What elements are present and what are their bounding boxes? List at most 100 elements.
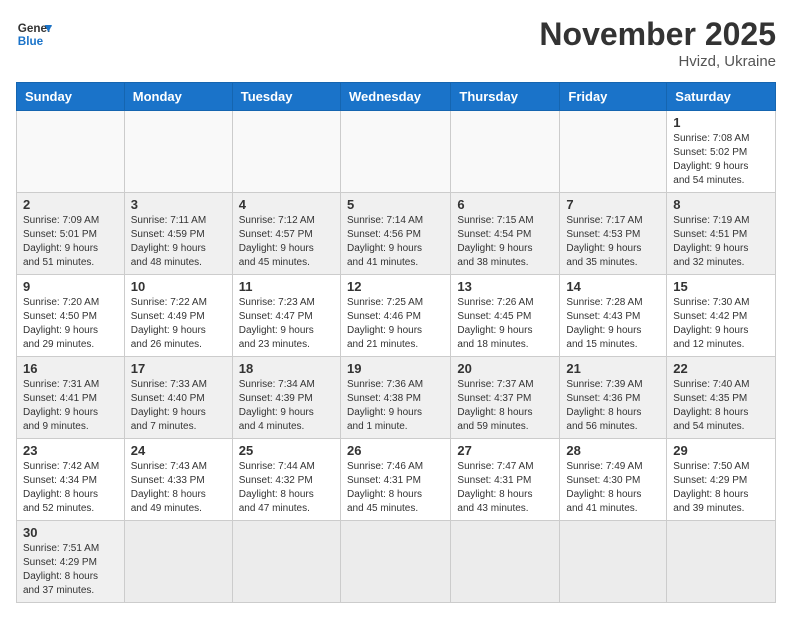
calendar-day-cell (340, 111, 450, 193)
day-info: Sunrise: 7:39 AM Sunset: 4:36 PM Dayligh… (566, 378, 660, 434)
calendar-day-cell: 19Sunrise: 7:36 AM Sunset: 4:38 PM Dayli… (340, 357, 450, 439)
weekday-header-saturday: Saturday (667, 83, 776, 111)
calendar-day-cell: 1 Sunrise: 7:08 AM Sunset: 5:02 PM Daylig… (667, 111, 776, 193)
day-number: 26 (347, 443, 444, 458)
logo: General Blue (16, 16, 52, 52)
day-number: 13 (457, 279, 553, 294)
day-number: 27 (457, 443, 553, 458)
day-info: Sunrise: 7:15 AM Sunset: 4:54 PM Dayligh… (457, 214, 553, 270)
day-number: 24 (131, 443, 226, 458)
calendar-day-cell: 23 Sunrise: 7:42 AM Sunset: 4:34 PM Dayli… (17, 439, 125, 521)
day-number: 18 (239, 361, 334, 376)
day-info: Sunrise: 7:37 AM Sunset: 4:37 PM Dayligh… (457, 378, 553, 434)
calendar-day-cell: 18Sunrise: 7:34 AM Sunset: 4:39 PM Dayli… (232, 357, 340, 439)
day-info: Sunrise: 7:42 AM Sunset: 4:34 PM Dayligh… (23, 460, 118, 516)
title-area: November 2025 Hvizd, Ukraine (539, 16, 776, 70)
day-info: Sunrise: 7:31 AM Sunset: 4:41 PM Dayligh… (23, 378, 118, 434)
calendar-week-row: 9Sunrise: 7:20 AM Sunset: 4:50 PM Daylig… (17, 275, 776, 357)
weekday-header-friday: Friday (560, 83, 667, 111)
calendar-table: SundayMondayTuesdayWednesdayThursdayFrid… (16, 82, 776, 603)
day-number: 20 (457, 361, 553, 376)
day-number: 6 (457, 197, 553, 212)
weekday-header-wednesday: Wednesday (340, 83, 450, 111)
day-info: Sunrise: 7:19 AM Sunset: 4:51 PM Dayligh… (673, 214, 769, 270)
weekday-header-thursday: Thursday (451, 83, 560, 111)
calendar-day-cell: 29Sunrise: 7:50 AM Sunset: 4:29 PM Dayli… (667, 439, 776, 521)
day-number: 25 (239, 443, 334, 458)
day-info: Sunrise: 7:47 AM Sunset: 4:31 PM Dayligh… (457, 460, 553, 516)
day-info: Sunrise: 7:08 AM Sunset: 5:02 PM Dayligh… (673, 132, 769, 188)
calendar-day-cell: 20 Sunrise: 7:37 AM Sunset: 4:37 PM Dayli… (451, 357, 560, 439)
day-number: 22 (673, 361, 769, 376)
calendar-day-cell: 9Sunrise: 7:20 AM Sunset: 4:50 PM Daylig… (17, 275, 125, 357)
calendar-day-cell: 6 Sunrise: 7:15 AM Sunset: 4:54 PM Daylig… (451, 193, 560, 275)
day-info: Sunrise: 7:28 AM Sunset: 4:43 PM Dayligh… (566, 296, 660, 352)
day-number: 23 (23, 443, 118, 458)
weekday-header-monday: Monday (124, 83, 232, 111)
calendar-day-cell: 5Sunrise: 7:14 AM Sunset: 4:56 PM Daylig… (340, 193, 450, 275)
calendar-day-cell: 27 Sunrise: 7:47 AM Sunset: 4:31 PM Dayli… (451, 439, 560, 521)
day-number: 28 (566, 443, 660, 458)
calendar-day-cell: 4 Sunrise: 7:12 AM Sunset: 4:57 PM Daylig… (232, 193, 340, 275)
calendar-week-row: 23 Sunrise: 7:42 AM Sunset: 4:34 PM Dayli… (17, 439, 776, 521)
day-info: Sunrise: 7:17 AM Sunset: 4:53 PM Dayligh… (566, 214, 660, 270)
calendar-day-cell (340, 521, 450, 603)
calendar-day-cell: 25 Sunrise: 7:44 AM Sunset: 4:32 PM Dayli… (232, 439, 340, 521)
calendar-day-cell (560, 111, 667, 193)
svg-text:Blue: Blue (18, 35, 44, 48)
day-info: Sunrise: 7:12 AM Sunset: 4:57 PM Dayligh… (239, 214, 334, 270)
calendar-day-cell (17, 111, 125, 193)
calendar-day-cell: 13 Sunrise: 7:26 AM Sunset: 4:45 PM Dayli… (451, 275, 560, 357)
weekday-header-sunday: Sunday (17, 83, 125, 111)
calendar-day-cell: 24Sunrise: 7:43 AM Sunset: 4:33 PM Dayli… (124, 439, 232, 521)
calendar-day-cell (232, 521, 340, 603)
calendar-day-cell (560, 521, 667, 603)
calendar-week-row: 30 Sunrise: 7:51 AM Sunset: 4:29 PM Dayli… (17, 521, 776, 603)
day-number: 12 (347, 279, 444, 294)
calendar-day-cell (124, 521, 232, 603)
weekday-header-tuesday: Tuesday (232, 83, 340, 111)
day-number: 15 (673, 279, 769, 294)
day-info: Sunrise: 7:09 AM Sunset: 5:01 PM Dayligh… (23, 214, 118, 270)
day-number: 1 (673, 115, 769, 130)
day-info: Sunrise: 7:46 AM Sunset: 4:31 PM Dayligh… (347, 460, 444, 516)
calendar-day-cell (451, 111, 560, 193)
day-number: 2 (23, 197, 118, 212)
day-info: Sunrise: 7:11 AM Sunset: 4:59 PM Dayligh… (131, 214, 226, 270)
day-info: Sunrise: 7:22 AM Sunset: 4:49 PM Dayligh… (131, 296, 226, 352)
calendar-day-cell: 10 Sunrise: 7:22 AM Sunset: 4:49 PM Dayli… (124, 275, 232, 357)
calendar-day-cell: 14 Sunrise: 7:28 AM Sunset: 4:43 PM Dayli… (560, 275, 667, 357)
day-info: Sunrise: 7:14 AM Sunset: 4:56 PM Dayligh… (347, 214, 444, 270)
weekday-header-row: SundayMondayTuesdayWednesdayThursdayFrid… (17, 83, 776, 111)
calendar-day-cell: 7Sunrise: 7:17 AM Sunset: 4:53 PM Daylig… (560, 193, 667, 275)
day-info: Sunrise: 7:44 AM Sunset: 4:32 PM Dayligh… (239, 460, 334, 516)
calendar-day-cell: 12 Sunrise: 7:25 AM Sunset: 4:46 PM Dayli… (340, 275, 450, 357)
day-info: Sunrise: 7:25 AM Sunset: 4:46 PM Dayligh… (347, 296, 444, 352)
calendar-day-cell: 28 Sunrise: 7:49 AM Sunset: 4:30 PM Dayli… (560, 439, 667, 521)
day-number: 11 (239, 279, 334, 294)
day-info: Sunrise: 7:49 AM Sunset: 4:30 PM Dayligh… (566, 460, 660, 516)
day-number: 16 (23, 361, 118, 376)
calendar-week-row: 16 Sunrise: 7:31 AM Sunset: 4:41 PM Dayli… (17, 357, 776, 439)
day-info: Sunrise: 7:30 AM Sunset: 4:42 PM Dayligh… (673, 296, 769, 352)
day-number: 4 (239, 197, 334, 212)
logo-icon: General Blue (16, 16, 52, 52)
day-number: 14 (566, 279, 660, 294)
calendar-day-cell (667, 521, 776, 603)
calendar-day-cell: 22Sunrise: 7:40 AM Sunset: 4:35 PM Dayli… (667, 357, 776, 439)
day-number: 29 (673, 443, 769, 458)
calendar-day-cell (232, 111, 340, 193)
calendar-week-row: 2 Sunrise: 7:09 AM Sunset: 5:01 PM Daylig… (17, 193, 776, 275)
calendar-day-cell: 21Sunrise: 7:39 AM Sunset: 4:36 PM Dayli… (560, 357, 667, 439)
day-number: 30 (23, 525, 118, 540)
day-number: 3 (131, 197, 226, 212)
calendar-day-cell (451, 521, 560, 603)
day-number: 10 (131, 279, 226, 294)
day-info: Sunrise: 7:51 AM Sunset: 4:29 PM Dayligh… (23, 542, 118, 598)
day-info: Sunrise: 7:23 AM Sunset: 4:47 PM Dayligh… (239, 296, 334, 352)
calendar-day-cell (124, 111, 232, 193)
day-number: 19 (347, 361, 444, 376)
page-header: General Blue November 2025 Hvizd, Ukrain… (16, 16, 776, 70)
calendar-week-row: 1 Sunrise: 7:08 AM Sunset: 5:02 PM Daylig… (17, 111, 776, 193)
day-info: Sunrise: 7:26 AM Sunset: 4:45 PM Dayligh… (457, 296, 553, 352)
